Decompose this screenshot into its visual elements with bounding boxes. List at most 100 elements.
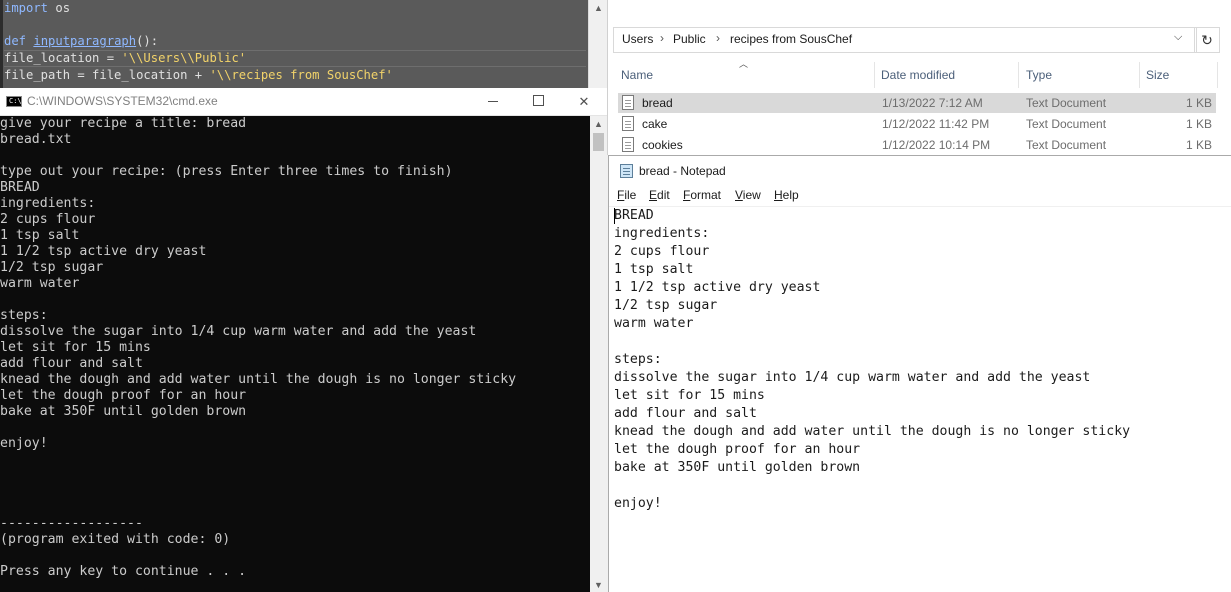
breadcrumb-public[interactable]: Public (673, 32, 706, 46)
notepad-text-line: knead the dough and add water until the … (614, 424, 1131, 439)
refresh-icon: ↻ (1201, 32, 1213, 48)
column-headers: Name Date modified Type Size (608, 62, 1231, 88)
file-row-cookies[interactable]: cookies 1/12/2022 10:14 PM Text Document… (618, 135, 1216, 155)
notepad-text-line: steps: (614, 352, 662, 367)
notepad-window-title: bread - Notepad (639, 164, 726, 178)
cmd-titlebar[interactable]: C:\ C:\WINDOWS\SYSTEM32\cmd.exe ✕ (0, 88, 607, 116)
cmd-output-line: 1 tsp salt (0, 228, 80, 243)
cmd-window[interactable]: C:\ C:\WINDOWS\SYSTEM32\cmd.exe ✕ give y… (0, 88, 607, 592)
notepad-text-line: 2 cups flour (614, 244, 710, 259)
menu-format[interactable]: Format (683, 188, 721, 202)
address-bar[interactable]: Users › Public › recipes from SousChef ⌵ (613, 27, 1197, 53)
editor-code[interactable]: import os def inputparagraph(): file_loc… (4, 0, 586, 84)
cmd-output-line: 1 1/2 tsp active dry yeast (0, 244, 207, 259)
cmd-output-line (0, 548, 516, 564)
notepad-text-line (614, 333, 1229, 351)
text-file-icon (622, 137, 634, 152)
column-divider[interactable] (1018, 62, 1019, 88)
menu-file[interactable]: File (617, 188, 636, 202)
cmd-output-line (0, 468, 516, 484)
cmd-output-line: knead the dough and add water until the … (0, 372, 517, 387)
notepad-text-line: warm water (614, 316, 694, 331)
cmd-output-line: (program exited with code: 0) (0, 532, 231, 547)
code-line-5[interactable]: file_path = file_location + '\\recipes f… (4, 67, 586, 84)
minimize-button[interactable] (470, 88, 516, 115)
column-divider[interactable] (874, 62, 875, 88)
breadcrumb-recipes-folder[interactable]: recipes from SousChef (730, 32, 852, 46)
breadcrumb-separator-icon: › (716, 31, 720, 45)
chevron-down-icon[interactable]: ⌵ (1174, 31, 1182, 44)
cmd-output-line: bread.txt (0, 132, 72, 147)
scroll-down-icon[interactable]: ▼ (594, 580, 603, 590)
code-line-1[interactable]: import os (4, 0, 586, 17)
notepad-text-line: 1/2 tsp sugar (614, 298, 718, 313)
cmd-output: give your recipe a title: bread bread.txt… (0, 116, 516, 580)
notepad-text-line: let the dough proof for an hour (614, 442, 861, 457)
cmd-output-line: 2 cups flour (0, 212, 96, 227)
code-line-3[interactable]: def inputparagraph(): (4, 33, 586, 50)
column-divider[interactable] (1139, 62, 1140, 88)
editor-scrollbar[interactable]: ▲ (588, 0, 607, 88)
notepad-text-area[interactable]: BREAD ingredients: 2 cups flour 1 tsp salt 1… (614, 207, 1229, 587)
code-line-4[interactable]: file_location = '\\Users\\Public' (4, 50, 586, 68)
file-row-bread[interactable]: bread 1/13/2022 7:12 AM Text Document 1 … (618, 93, 1216, 113)
column-header-size[interactable]: Size (1146, 68, 1169, 82)
notepad-text-line: let sit for 15 mins (614, 388, 765, 403)
scroll-up-icon[interactable]: ▲ (594, 119, 603, 129)
scroll-up-icon[interactable]: ▲ (594, 3, 603, 13)
file-explorer-window[interactable]: Users › Public › recipes from SousChef ⌵… (607, 0, 1231, 155)
notepad-text-line: enjoy! (614, 496, 662, 511)
cmd-output-line: enjoy! (0, 436, 48, 451)
notepad-titlebar[interactable]: bread - Notepad (609, 156, 1231, 185)
cmd-output-line (0, 500, 516, 516)
menu-help[interactable]: Help (774, 188, 799, 202)
cmd-output-line (0, 452, 516, 468)
cmd-output-line: steps: (0, 308, 48, 323)
notepad-text-line: add flour and salt (614, 406, 757, 421)
menu-view[interactable]: View (735, 188, 761, 202)
notepad-text-line: BREAD (614, 208, 654, 223)
file-row-cake[interactable]: cake 1/12/2022 11:42 PM Text Document 1 … (618, 114, 1216, 134)
cmd-output-line: ------------------ (0, 516, 143, 531)
cmd-output-line (0, 484, 516, 500)
cmd-scrollbar[interactable]: ▲ ▼ (590, 116, 607, 592)
notepad-text-line: dissolve the sugar into 1/4 cup warm wat… (614, 370, 1091, 385)
cmd-output-line: let the dough proof for an hour (0, 388, 247, 403)
notepad-text-line: ingredients: (614, 226, 710, 241)
notepad-window[interactable]: bread - Notepad File Edit Format View He… (608, 155, 1231, 592)
cmd-window-title: C:\WINDOWS\SYSTEM32\cmd.exe (27, 94, 218, 108)
cmd-console[interactable]: give your recipe a title: bread bread.txt… (0, 116, 590, 592)
explorer-toolbar-area (608, 0, 1231, 22)
cmd-output-line: dissolve the sugar into 1/4 cup warm wat… (0, 324, 477, 339)
notepad-text-line: bake at 350F until golden brown (614, 460, 861, 475)
maximize-button[interactable] (515, 88, 561, 115)
cmd-output-line: let sit for 15 mins (0, 340, 151, 355)
column-header-type[interactable]: Type (1026, 68, 1052, 82)
column-header-date[interactable]: Date modified (881, 68, 955, 82)
notepad-icon (620, 164, 633, 178)
notepad-text-line: 1 tsp salt (614, 262, 694, 277)
scrollbar-thumb[interactable] (593, 133, 604, 151)
cmd-output-line: ingredients: (0, 196, 96, 211)
column-header-name[interactable]: Name (621, 68, 653, 82)
editor-gutter (0, 0, 3, 88)
code-line-2[interactable] (4, 17, 586, 34)
cmd-output-line: Press any key to continue . . . (0, 564, 247, 579)
close-icon: ✕ (578, 94, 590, 109)
cmd-output-line: bake at 350F until golden brown (0, 404, 247, 419)
cmd-icon: C:\ (6, 96, 22, 107)
notepad-text-line (614, 477, 1229, 495)
cmd-output-line (0, 292, 516, 308)
refresh-button[interactable]: ↻ (1194, 27, 1220, 53)
close-button[interactable]: ✕ (561, 88, 607, 115)
cmd-output-line (0, 420, 516, 436)
text-file-icon (622, 95, 634, 110)
code-editor[interactable]: import os def inputparagraph(): file_loc… (0, 0, 607, 88)
breadcrumb-users[interactable]: Users (622, 32, 653, 46)
text-caret (614, 208, 615, 224)
cmd-output-line: add flour and salt (0, 356, 143, 371)
menu-edit[interactable]: Edit (649, 188, 670, 202)
column-divider[interactable] (1217, 62, 1218, 88)
cmd-output-line: give your recipe a title: bread (0, 116, 247, 131)
text-file-icon (622, 116, 634, 131)
